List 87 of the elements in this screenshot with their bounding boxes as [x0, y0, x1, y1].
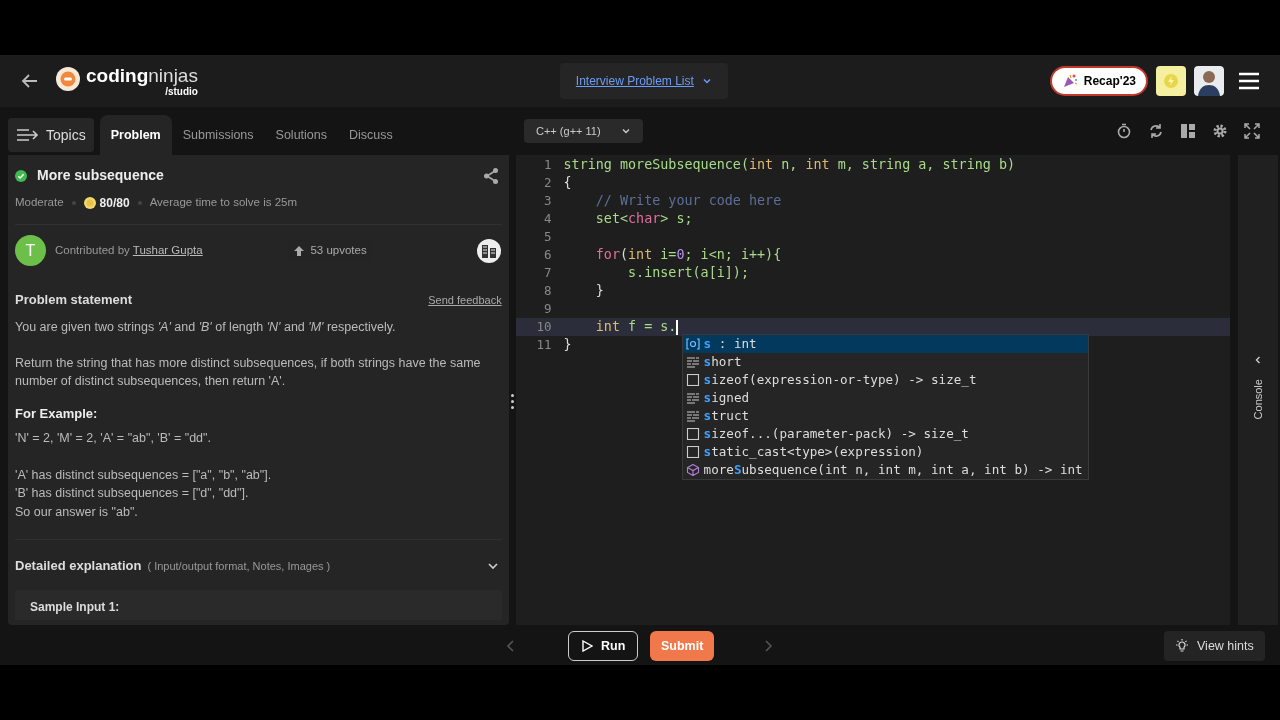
example-line: 'N' = 2, 'M' = 2, 'A' = "ab", 'B' = "dd".: [15, 430, 212, 447]
logo-subtitle: /studio: [165, 86, 198, 97]
line-number: 4: [543, 209, 552, 228]
example-line: So our answer is "ab".: [15, 503, 139, 521]
topics-button[interactable]: Topics: [8, 118, 94, 152]
line-number: 11: [535, 335, 552, 354]
menu-icon[interactable]: [1238, 72, 1260, 90]
suggestion-item[interactable]: sizeof...(parameter-pack) -> size_t: [682, 425, 1088, 443]
view-hints-button[interactable]: View hints: [1164, 631, 1265, 661]
share-icon[interactable]: [481, 166, 500, 185]
code-line: set<char> s;: [594, 209, 693, 228]
chevron-left-icon: [1253, 356, 1262, 364]
layout-icon[interactable]: [1180, 123, 1196, 139]
tab[interactable]: Problem: [99, 115, 172, 155]
suggestion-item[interactable]: signed: [682, 389, 1088, 407]
variable-icon: [685, 338, 700, 350]
line-number: 9: [543, 299, 552, 318]
section-heading: Detailed explanation: [15, 557, 142, 575]
tab[interactable]: Submissions: [171, 115, 265, 155]
chevron-left-icon[interactable]: [506, 640, 516, 652]
suggestion-item[interactable]: s : int: [682, 335, 1088, 353]
coin-icon: [83, 197, 96, 209]
console-tab[interactable]: Console: [1237, 155, 1278, 625]
code-line: s.insert(a[i]);: [627, 263, 749, 282]
chevron-right-icon[interactable]: [763, 640, 773, 652]
settings-icon[interactable]: [1212, 123, 1228, 139]
play-icon: [581, 640, 593, 652]
lightning-icon: [1163, 73, 1179, 89]
example-heading: For Example:: [15, 404, 99, 423]
menu-arrow-icon: [16, 128, 40, 142]
avatar-icon[interactable]: [1194, 66, 1224, 96]
keyword-icon: [685, 392, 700, 404]
example-line: 'B' has distinct subsequences = ["d", "dd"].: [15, 485, 250, 502]
statement-paragraph: You are given two strings 'A' and 'B' of length 'N' and 'M' respectively.: [15, 318, 397, 336]
code-line: {: [563, 173, 572, 192]
chevron-down-icon[interactable]: [701, 76, 712, 86]
send-feedback-link[interactable]: Send feedback: [428, 291, 502, 308]
example-line: 'A' has distinct subsequences = ["a", "b", "ab"].: [15, 466, 273, 484]
code-line: // Write your code here: [594, 191, 782, 210]
up-arrow-icon: [294, 245, 305, 256]
keyword-icon: [685, 410, 700, 422]
statement-paragraph: Return the string that has more distinct subsequences, if both strings have the same number of distinct subsequences, then return 'A'.: [15, 354, 482, 390]
suggestion-item[interactable]: struct: [682, 407, 1088, 425]
code-line: }: [594, 281, 604, 300]
lightbulb-icon: [1175, 639, 1189, 653]
line-number: 6: [543, 245, 552, 264]
problem-title: More subsequence: [37, 166, 164, 185]
party-popper-icon: [1061, 73, 1078, 89]
contributor-avatar: T: [15, 235, 46, 266]
code-line: string moreSubsequence(int n, int m, string a, string b): [563, 155, 1016, 174]
line-number: 8: [543, 281, 552, 300]
code-line: int f = s.: [594, 317, 678, 337]
line-number: 5: [543, 227, 552, 246]
line-number: 2: [543, 173, 552, 192]
run-button[interactable]: Run: [568, 631, 639, 661]
code-line: }: [563, 335, 572, 354]
code-editor[interactable]: [515, 155, 1230, 625]
section-note: ( Input/output format, Notes, Images ): [147, 558, 331, 574]
language-dropdown[interactable]: C++ (g++ 11): [524, 119, 643, 143]
chevron-down-icon: [620, 126, 631, 136]
line-number: 1: [543, 155, 552, 174]
score-text: 80/80: [99, 195, 130, 212]
line-number: 7: [543, 263, 552, 282]
timer-icon[interactable]: [1116, 123, 1132, 139]
tab[interactable]: Solutions: [264, 115, 338, 155]
keyword-icon: [685, 356, 700, 368]
suggestion-item[interactable]: sizeof(expression-or-type) -> size_t: [682, 371, 1088, 389]
code-line: for(int i=0; i<n; i++){: [594, 245, 782, 264]
average-time-text: Average time to solve is 25m: [149, 195, 298, 211]
company-logo-icon: [476, 238, 501, 263]
recap-button[interactable]: Recap'23: [1049, 66, 1148, 96]
difficulty-label: Moderate: [15, 195, 64, 211]
refresh-icon[interactable]: [1148, 123, 1164, 139]
contributed-by-text: Contributed by Tushar Gupta: [55, 242, 203, 258]
section-heading: Problem statement: [15, 291, 133, 309]
line-number: 10: [535, 317, 552, 336]
logo-icon: [56, 66, 80, 91]
sample-heading: Sample Input 1:: [30, 599, 120, 614]
logo-text: codingninjas: [86, 65, 198, 85]
cube-icon: [685, 464, 700, 476]
suggestion-item[interactable]: static_cast<type>(expression): [682, 443, 1088, 461]
tab[interactable]: Discuss: [338, 115, 404, 155]
fullscreen-icon[interactable]: [1244, 123, 1260, 139]
suggestion-item[interactable]: short: [682, 353, 1088, 371]
suggestion-item[interactable]: moreSubsequence(int n, int m, int a, int b) -> int: [682, 461, 1088, 479]
line-number: 3: [543, 191, 552, 210]
contributor-link[interactable]: Tushar Gupta: [132, 243, 203, 256]
